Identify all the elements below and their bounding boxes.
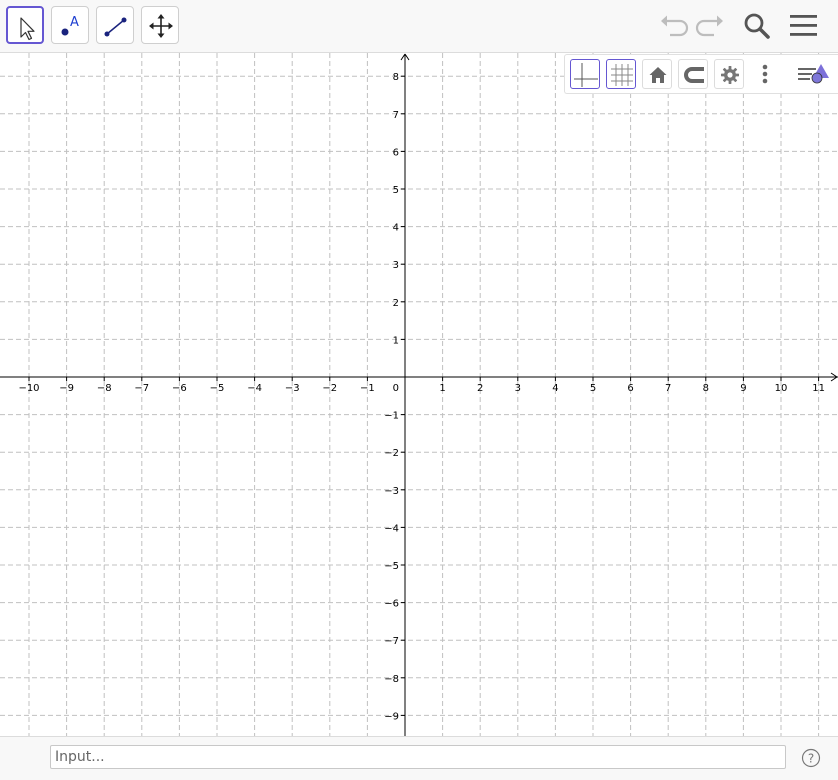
x-tick-label: −4 [247, 383, 262, 394]
menu-icon [790, 15, 817, 36]
move-graphics-tool-button[interactable] [141, 6, 179, 44]
grid-toggle-icon [611, 64, 633, 86]
coordinate-plane[interactable]: −10 −9 −8 −7 −6 −5 −4 −3 −2 −1 1 2 3 4 5 6 7 8 9 10 11123456… [0, 53, 838, 736]
x-tick-label: −8 [97, 383, 112, 394]
y-tick-label: 3 [393, 260, 399, 271]
x-tick-label: 11 [812, 383, 825, 394]
x-tick-label: 6 [627, 383, 633, 394]
gear-icon [721, 66, 739, 84]
x-tick-label: 9 [740, 383, 746, 394]
more-options-button[interactable] [753, 59, 777, 89]
search-button[interactable] [740, 8, 774, 42]
x-tick-label: 7 [665, 383, 671, 394]
graphics-settings-button[interactable] [714, 59, 744, 89]
pointer-arrow-icon [20, 17, 35, 41]
y-tick-label: 2 [393, 298, 399, 309]
y-tick-label: −9 [384, 711, 399, 722]
toolbar: A [0, 0, 838, 53]
segment-icon [104, 17, 127, 37]
y-tick-label: 7 [393, 110, 399, 121]
axes [0, 53, 838, 736]
axes-toggle-icon [574, 63, 598, 87]
graphics-style-bar [564, 54, 838, 94]
y-tick-label: 1 [393, 335, 399, 346]
grid [0, 53, 838, 736]
x-tick-label: −9 [59, 383, 74, 394]
grid-toggle-button[interactable] [606, 59, 636, 89]
point-tool-label: A [70, 15, 79, 30]
x-tick-label: 8 [703, 383, 709, 394]
style-bar-toggle-button[interactable] [795, 59, 838, 89]
redo-button[interactable] [694, 8, 728, 42]
x-tick-label: −10 [18, 383, 39, 394]
magnet-icon [684, 67, 704, 83]
move-graphics-icon [149, 14, 173, 38]
x-tick-label: −6 [172, 383, 187, 394]
x-tick-label: −3 [285, 383, 300, 394]
segment-tool-button[interactable] [96, 6, 134, 44]
style-bar-toggle-icon [798, 64, 829, 84]
help-label: ? [808, 752, 814, 766]
undo-icon [661, 15, 689, 37]
search-icon [744, 13, 770, 39]
axes-toggle-button[interactable] [570, 59, 600, 89]
x-tick-label: −7 [134, 383, 149, 394]
x-tick-label: 10 [775, 383, 788, 394]
undo-button[interactable] [656, 8, 690, 42]
y-tick-label: −8 [384, 674, 399, 685]
input-bar: ? [0, 736, 838, 780]
point-capturing-button[interactable] [678, 59, 708, 89]
x-tick-label: 2 [477, 383, 483, 394]
x-tick-label: −2 [322, 383, 337, 394]
x-tick-label: 3 [515, 383, 521, 394]
y-tick-label: −3 [384, 486, 399, 497]
point-tool-button[interactable]: A [51, 6, 89, 44]
y-tick-label: −5 [384, 561, 399, 572]
graphics-view[interactable]: −10 −9 −8 −7 −6 −5 −4 −3 −2 −1 1 2 3 4 5 6 7 8 9 10 11 1 2 3 4 5 6… [0, 53, 838, 736]
y-tick-label: 5 [393, 185, 399, 196]
algebra-input-field[interactable] [50, 745, 786, 769]
y-tick-label: −7 [384, 636, 399, 647]
tick-labels: −10 −9 −8 −7 −6 −5 −4 −3 −2 −1 1 2 3 4 5 6 7 8 9 10 11123456… [18, 72, 825, 722]
x-tick-label: −1 [360, 383, 375, 394]
y-tick-label: −1 [384, 411, 399, 422]
point-icon: A [61, 15, 79, 36]
x-tick-label: −5 [210, 383, 225, 394]
main-menu-button[interactable] [787, 8, 821, 42]
help-icon[interactable]: ? [801, 748, 821, 768]
y-tick-label: −2 [384, 448, 399, 459]
x-tick-label: 1 [439, 383, 445, 394]
y-tick-label: 4 [393, 223, 399, 234]
y-tick-label: −6 [384, 599, 399, 610]
y-tick-label: 6 [393, 147, 399, 158]
more-vertical-icon [762, 64, 768, 84]
redo-icon [695, 15, 723, 37]
x-tick-label: 5 [590, 383, 596, 394]
x-tick-label: 4 [552, 383, 558, 394]
standard-view-button[interactable] [642, 59, 672, 89]
origin-label: 0 [393, 383, 399, 394]
move-tool-button[interactable] [6, 6, 44, 44]
y-tick-label: −4 [384, 523, 399, 534]
y-tick-label: 8 [393, 72, 399, 83]
home-icon [649, 67, 667, 83]
